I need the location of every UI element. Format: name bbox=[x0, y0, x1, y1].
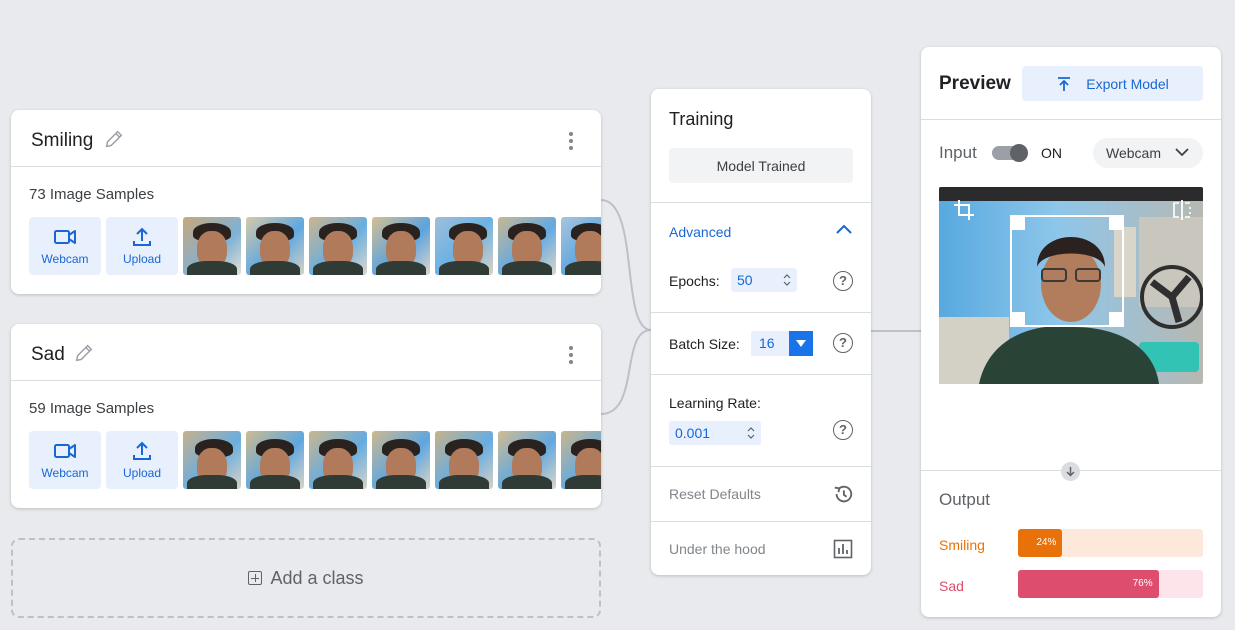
export-model-label: Export Model bbox=[1086, 75, 1169, 92]
arrow-down-icon bbox=[1061, 462, 1080, 481]
upload-button[interactable]: Upload bbox=[106, 431, 178, 489]
output-class-name: Sad bbox=[939, 578, 964, 594]
epochs-input[interactable]: 50 bbox=[731, 268, 797, 292]
sample-thumbnail[interactable] bbox=[183, 431, 241, 489]
help-icon[interactable]: ? bbox=[833, 271, 853, 291]
batch-size-select[interactable]: 16 bbox=[751, 331, 813, 356]
epochs-value: 50 bbox=[737, 272, 753, 288]
webcam-label: Webcam bbox=[41, 466, 89, 480]
upload-label: Upload bbox=[122, 252, 162, 266]
upload-label: Upload bbox=[122, 466, 162, 480]
reset-defaults-label[interactable]: Reset Defaults bbox=[669, 486, 761, 502]
stepper-icon[interactable] bbox=[783, 272, 791, 288]
sample-thumbnail[interactable] bbox=[372, 217, 430, 275]
confidence-bar-fill: 76% bbox=[1018, 570, 1159, 598]
learning-rate-label: Learning Rate: bbox=[669, 395, 761, 411]
history-icon[interactable] bbox=[832, 483, 854, 505]
sample-thumbnail[interactable] bbox=[498, 217, 556, 275]
sample-thumbnail[interactable] bbox=[498, 431, 556, 489]
webcam-button[interactable]: Webcam bbox=[29, 431, 101, 489]
class-card-header: Smiling bbox=[11, 110, 601, 167]
under-the-hood-row[interactable]: Under the hood bbox=[651, 521, 871, 575]
sample-row: Webcam Upload bbox=[29, 431, 601, 489]
add-class-label: Add a class bbox=[270, 567, 364, 588]
confidence-bar: 24% bbox=[1018, 529, 1203, 557]
sample-thumbnail[interactable] bbox=[561, 217, 601, 275]
sample-thumbnail[interactable] bbox=[309, 217, 367, 275]
toggle-state-label: ON bbox=[1041, 145, 1062, 161]
advanced-toggle[interactable]: Advanced bbox=[669, 224, 731, 240]
input-label: Input bbox=[939, 143, 977, 162]
help-icon[interactable]: ? bbox=[833, 333, 853, 353]
confidence-percent: 76% bbox=[1132, 578, 1153, 589]
webcam-button[interactable]: Webcam bbox=[29, 217, 101, 275]
output-label: Output bbox=[939, 490, 991, 509]
upload-icon bbox=[133, 441, 151, 460]
edit-pencil-icon[interactable] bbox=[73, 342, 95, 364]
bar-chart-icon[interactable] bbox=[833, 539, 853, 559]
batch-size-value: 16 bbox=[759, 335, 775, 351]
sample-thumbnail[interactable] bbox=[435, 217, 493, 275]
input-source-value: Webcam bbox=[1106, 145, 1161, 161]
chevron-down-icon bbox=[1175, 148, 1189, 157]
sample-thumbnail[interactable] bbox=[561, 431, 601, 489]
learning-rate-value: 0.001 bbox=[675, 425, 711, 441]
sample-thumbnail[interactable] bbox=[246, 217, 304, 275]
epochs-label: Epochs: bbox=[669, 273, 720, 289]
add-box-icon bbox=[248, 571, 263, 585]
export-icon bbox=[1058, 76, 1071, 91]
webcam-label: Webcam bbox=[41, 252, 89, 266]
video-camera-icon bbox=[54, 230, 76, 244]
webcam-preview[interactable] bbox=[939, 187, 1203, 384]
sample-count: 73 Image Samples bbox=[29, 186, 155, 203]
upload-icon bbox=[133, 227, 151, 246]
crop-icon[interactable] bbox=[953, 199, 975, 221]
sample-thumbnail[interactable] bbox=[183, 217, 241, 275]
class-card-sad: Sad 59 Image Samples Webcam Upload bbox=[11, 324, 601, 508]
class-card-header: Sad bbox=[11, 324, 601, 381]
confidence-bar-fill: 24% bbox=[1018, 529, 1063, 557]
webcam-image bbox=[939, 187, 1203, 384]
flip-icon[interactable] bbox=[1171, 199, 1193, 221]
confidence-percent: 24% bbox=[1036, 537, 1057, 548]
advanced-section: Advanced Epochs: 50 ? bbox=[651, 202, 871, 312]
under-the-hood-label[interactable]: Under the hood bbox=[669, 541, 766, 557]
class-card-smiling: Smiling 73 Image Samples Webcam Upload bbox=[11, 110, 601, 294]
reset-defaults-row[interactable]: Reset Defaults bbox=[651, 466, 871, 521]
batch-size-section: Batch Size: 16 ? bbox=[651, 312, 871, 374]
chevron-up-icon[interactable] bbox=[835, 223, 853, 235]
preview-title: Preview bbox=[939, 73, 1011, 94]
sample-count: 59 Image Samples bbox=[29, 400, 155, 417]
sample-thumbnail[interactable] bbox=[246, 431, 304, 489]
edit-pencil-icon[interactable] bbox=[103, 128, 125, 150]
more-options-icon[interactable] bbox=[563, 346, 579, 364]
more-options-icon[interactable] bbox=[563, 132, 579, 150]
video-camera-icon bbox=[54, 444, 76, 458]
learning-rate-input[interactable]: 0.001 bbox=[669, 421, 761, 445]
sample-row: Webcam Upload bbox=[29, 217, 601, 275]
preview-panel: Preview Export Model Input ON Webcam Out… bbox=[921, 47, 1221, 617]
learning-rate-section: Learning Rate: 0.001 ? bbox=[651, 374, 871, 466]
output-class-name: Smiling bbox=[939, 537, 985, 553]
input-toggle[interactable] bbox=[992, 144, 1028, 162]
batch-size-label: Batch Size: bbox=[669, 336, 740, 352]
sample-thumbnail[interactable] bbox=[372, 431, 430, 489]
upload-button[interactable]: Upload bbox=[106, 217, 178, 275]
training-panel: Training Model Trained Advanced Epochs: … bbox=[651, 89, 871, 575]
stepper-icon[interactable] bbox=[747, 425, 755, 441]
add-class-button[interactable]: Add a class bbox=[11, 538, 601, 618]
train-model-button[interactable]: Model Trained bbox=[669, 148, 853, 183]
dropdown-arrow-icon[interactable] bbox=[789, 331, 813, 356]
confidence-bar: 76% bbox=[1018, 570, 1203, 598]
help-icon[interactable]: ? bbox=[833, 420, 853, 440]
training-title: Training bbox=[669, 109, 734, 129]
class-name[interactable]: Smiling bbox=[31, 130, 93, 152]
class-name[interactable]: Sad bbox=[31, 344, 65, 366]
sample-thumbnail[interactable] bbox=[435, 431, 493, 489]
input-source-select[interactable]: Webcam bbox=[1093, 138, 1203, 168]
divider bbox=[921, 119, 1221, 120]
sample-thumbnail[interactable] bbox=[309, 431, 367, 489]
export-model-button[interactable]: Export Model bbox=[1022, 66, 1203, 101]
